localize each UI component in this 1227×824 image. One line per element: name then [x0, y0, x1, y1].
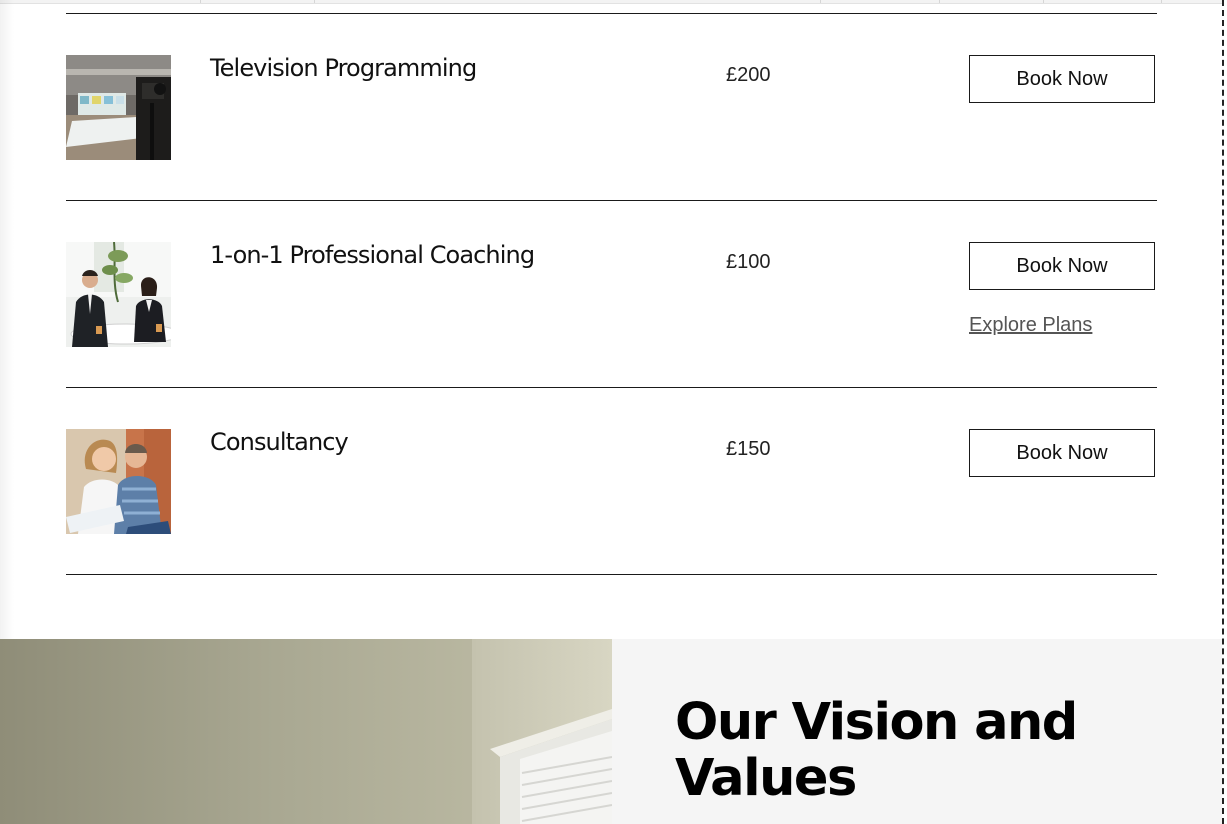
service-list: Television Programming £200 Book Now 1-o…	[66, 13, 1157, 575]
business-meeting-image[interactable]	[66, 242, 171, 347]
explore-plans-link[interactable]: Explore Plans	[969, 314, 1092, 337]
service-price: £200	[726, 64, 771, 86]
strip-divider	[200, 0, 201, 3]
strip-divider	[1161, 0, 1162, 3]
book-now-button[interactable]: Book Now	[969, 429, 1155, 477]
couple-consultation-image[interactable]	[66, 429, 171, 534]
section-title: Our Vision and Values	[675, 693, 1078, 808]
service-row-television-programming: Television Programming £200 Book Now	[66, 14, 1157, 201]
strip-divider	[1043, 0, 1044, 3]
vision-section: Our Vision and Values	[0, 639, 1222, 824]
service-name[interactable]: Consultancy	[210, 428, 349, 456]
page-edge-guide	[1222, 0, 1224, 824]
strip-divider	[939, 0, 940, 3]
book-now-button[interactable]: Book Now	[969, 242, 1155, 290]
service-row-professional-coaching: 1-on-1 Professional Coaching £100 Book N…	[66, 201, 1157, 388]
service-name[interactable]: Television Programming	[210, 54, 477, 82]
strip-divider	[820, 0, 821, 3]
window-blinds-image	[0, 639, 612, 824]
strip-divider	[314, 0, 315, 3]
tv-studio-image[interactable]	[66, 55, 171, 160]
book-now-button[interactable]: Book Now	[969, 55, 1155, 103]
service-price: £150	[726, 438, 771, 460]
page-shadow	[0, 0, 14, 639]
previous-section-edge	[0, 0, 1222, 4]
service-name[interactable]: 1-on-1 Professional Coaching	[210, 241, 535, 269]
service-row-consultancy: Consultancy £150 Book Now	[66, 388, 1157, 575]
vision-text-panel: Our Vision and Values	[612, 639, 1222, 824]
service-price: £100	[726, 251, 771, 273]
